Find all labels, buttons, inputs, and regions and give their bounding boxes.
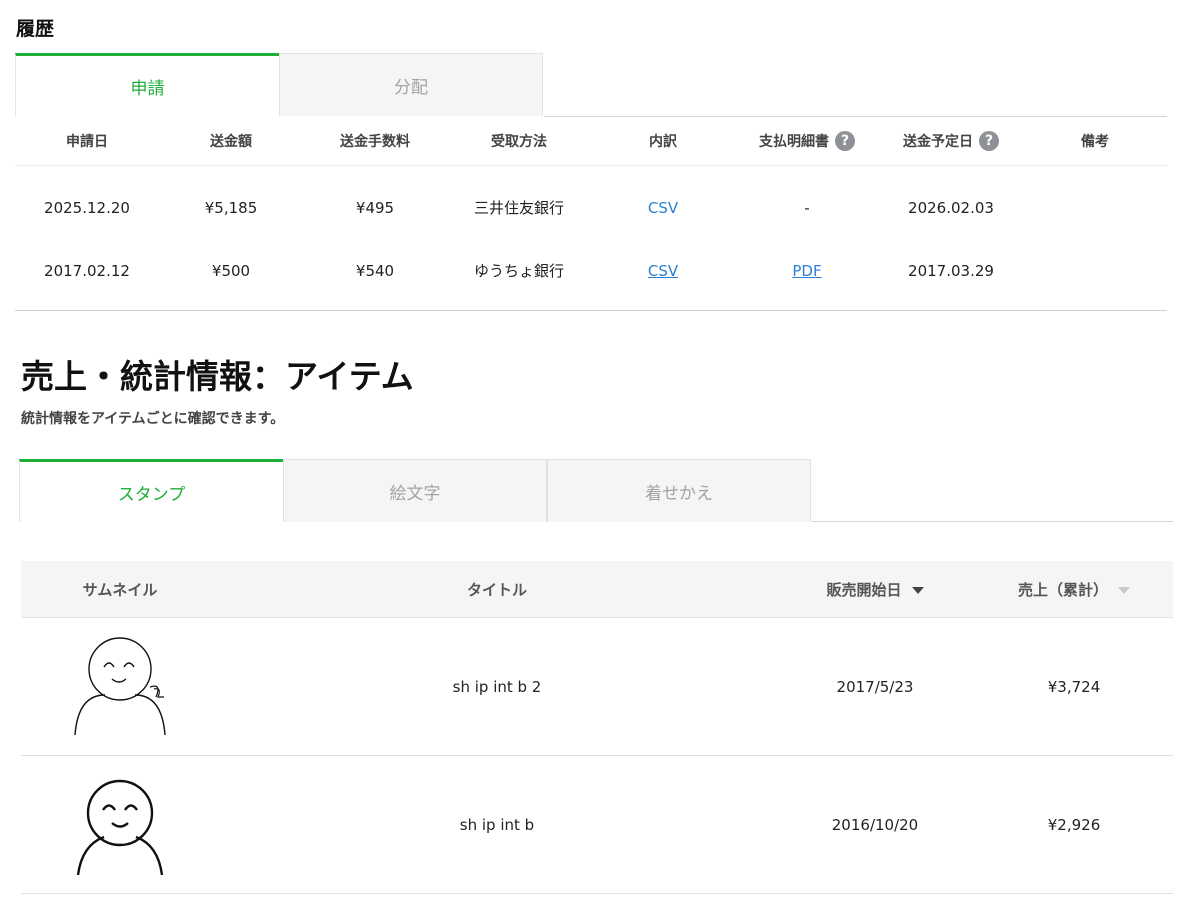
col-title: タイトル [466,580,527,599]
csv-link[interactable]: CSV [648,262,678,280]
cell-fee: ¥495 [355,198,395,217]
col-sales-total-label: 売上（累計） [1017,580,1108,599]
items-table: サムネイル タイトル 販売開始日 売上（累計） sh ip int b 2 20… [21,561,1173,894]
tab-divider [812,521,1173,522]
col-statement-label: 支払明細書 [759,134,829,150]
history-table-header: 申請日 送金額 送金手数料 受取方法 内訳 支払明細書 ? 送金予定日 ? 備考 [15,117,1167,166]
cell-date: 2025.12.20 [44,198,130,217]
tab-application[interactable]: 申請 [15,53,279,116]
table-row: sh ip int b 2016/10/20 ¥2,926 [21,756,1173,894]
cell-scheduled: 2026.02.03 [908,198,994,217]
cell-amount: ¥500 [211,261,251,280]
col-statement: 支払明細書 ? [735,131,879,151]
col-method: 受取方法 [491,134,547,150]
col-scheduled-label: 送金予定日 [903,134,973,150]
cell-date: 2017.02.12 [44,261,130,280]
col-scheduled-date: 送金予定日 ? [879,131,1023,151]
cell-statement: - [804,198,810,217]
history-tabs: 申請 分配 [15,53,543,116]
stamp-thumbnail-icon [76,779,164,875]
cell-amount: ¥5,185 [204,198,258,217]
col-amount: 送金額 [210,134,252,150]
col-application-date: 申請日 [66,134,108,150]
sort-release-date[interactable]: 販売開始日 [775,579,975,600]
pdf-link[interactable]: PDF [792,262,821,280]
cell-detail: CSV [591,199,735,217]
cell-release-date: 2016/10/20 [831,815,919,834]
sort-icon [1118,586,1130,594]
col-release-date-label: 販売開始日 [826,580,902,599]
cell-thumbnail [21,636,219,737]
cell-fee: ¥540 [355,261,395,280]
cell-detail: CSV [591,262,735,280]
cell-sales: ¥3,724 [1047,677,1101,696]
tab-theme[interactable]: 着せかえ [547,459,811,522]
cell-title: sh ip int b [459,815,535,834]
stamp-thumbnail-icon [74,636,166,735]
col-thumbnail: サムネイル [82,580,158,599]
tab-stamp[interactable]: スタンプ [19,459,283,522]
sales-title: 売上・統計情報：アイテム [21,357,414,396]
col-note: 備考 [1081,134,1109,150]
history-divider [15,310,1167,311]
table-row: 2025.12.20 ¥5,185 ¥495 三井住友銀行 CSV - 2026… [15,176,1167,239]
history-table: 申請日 送金額 送金手数料 受取方法 内訳 支払明細書 ? 送金予定日 ? 備考… [15,117,1167,302]
help-icon[interactable]: ? [979,131,999,151]
cell-method: 三井住友銀行 [473,199,564,217]
cell-statement: PDF [735,262,879,280]
cell-scheduled: 2017.03.29 [908,261,994,280]
col-detail: 内訳 [649,134,677,150]
history-title: 履歴 [16,18,55,40]
table-row: sh ip int b 2 2017/5/23 ¥3,724 [21,618,1173,756]
csv-link[interactable]: CSV [648,199,678,217]
help-icon[interactable]: ? [835,131,855,151]
sort-sales-total[interactable]: 売上（累計） [975,579,1173,600]
cell-method: ゆうちょ銀行 [473,262,564,280]
cell-sales: ¥2,926 [1047,815,1101,834]
tab-distribution[interactable]: 分配 [279,53,543,116]
cell-release-date: 2017/5/23 [836,677,914,696]
cell-thumbnail [21,775,219,875]
items-table-header: サムネイル タイトル 販売開始日 売上（累計） [21,561,1173,618]
tab-emoji[interactable]: 絵文字 [283,459,547,522]
cell-title: sh ip int b 2 [452,677,542,696]
col-fee: 送金手数料 [340,134,410,150]
sort-desc-icon [911,586,924,594]
item-type-tabs: スタンプ 絵文字 着せかえ [19,459,811,522]
tab-divider [19,521,20,522]
table-row: 2017.02.12 ¥500 ¥540 ゆうちょ銀行 CSV PDF 2017… [15,239,1167,302]
sales-description: 統計情報をアイテムごとに確認できます。 [21,411,285,427]
